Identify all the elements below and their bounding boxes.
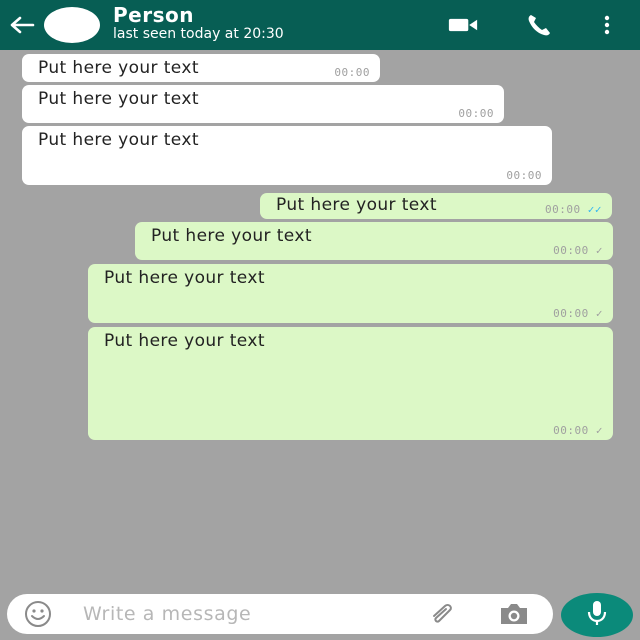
avatar[interactable] — [44, 7, 100, 43]
back-arrow-icon[interactable] — [6, 9, 38, 41]
outgoing-message[interactable]: Put here your text 00:00 ✓ — [135, 222, 613, 260]
phone-icon[interactable] — [524, 10, 554, 40]
microphone-button[interactable] — [561, 593, 633, 637]
camera-icon[interactable] — [497, 600, 531, 628]
message-text: Put here your text — [151, 226, 312, 246]
last-seen-status: last seen today at 20:30 — [113, 26, 284, 42]
more-vertical-icon[interactable] — [592, 10, 622, 40]
paperclip-icon[interactable] — [427, 600, 459, 628]
chat-header: Person last seen today at 20:30 — [0, 0, 640, 50]
sent-check-icon: ✓ — [595, 244, 603, 257]
message-text: Put here your text — [38, 58, 199, 78]
sent-check-icon: ✓ — [595, 307, 603, 320]
incoming-message[interactable]: Put here your text 00:00 — [22, 126, 552, 185]
message-time: 00:00 — [334, 66, 370, 79]
sent-check-icon: ✓ — [595, 424, 603, 437]
contact-name[interactable]: Person — [113, 3, 194, 27]
video-call-icon[interactable] — [448, 10, 478, 40]
emoji-icon[interactable] — [23, 600, 53, 628]
message-time: 00:00 ✓✓ — [545, 203, 602, 216]
incoming-message[interactable]: Put here your text 00:00 — [22, 85, 504, 123]
outgoing-message[interactable]: Put here your text 00:00 ✓ — [88, 264, 613, 323]
incoming-message[interactable]: Put here your text 00:00 — [22, 54, 380, 82]
message-time: 00:00 ✓ — [553, 307, 603, 320]
message-time: 00:00 — [458, 107, 494, 120]
message-text: Put here your text — [104, 268, 265, 288]
microphone-icon — [586, 599, 608, 631]
message-text: Put here your text — [104, 331, 265, 351]
message-composer — [7, 594, 553, 634]
outgoing-message[interactable]: Put here your text 00:00 ✓✓ — [260, 193, 612, 219]
message-time: 00:00 ✓ — [553, 244, 603, 257]
message-text: Put here your text — [38, 130, 199, 150]
outgoing-message[interactable]: Put here your text 00:00 ✓ — [88, 327, 613, 440]
message-input[interactable] — [83, 594, 403, 634]
message-time: 00:00 — [506, 169, 542, 182]
message-time: 00:00 ✓ — [553, 424, 603, 437]
read-receipt-icon: ✓✓ — [587, 203, 602, 216]
message-text: Put here your text — [38, 89, 199, 109]
